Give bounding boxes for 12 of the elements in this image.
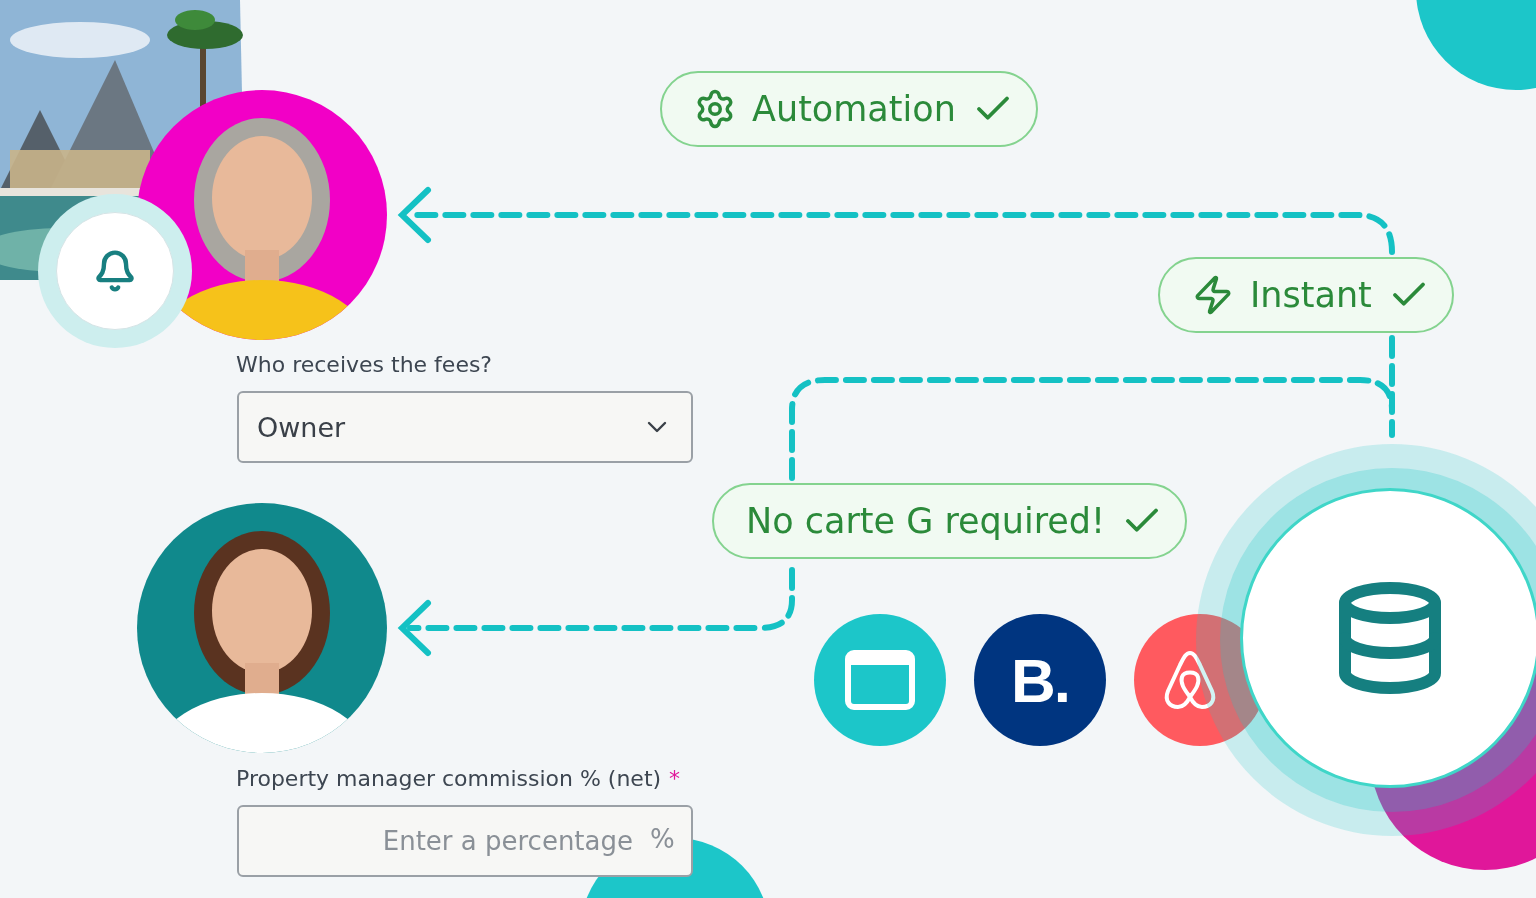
- window-icon: [845, 650, 915, 710]
- unit-label: %: [650, 824, 675, 854]
- status-badge: No carte G required!: [712, 483, 1188, 559]
- field-label: Who receives the fees?: [236, 352, 493, 377]
- status-badge: Automation: [660, 71, 1038, 147]
- bell-icon: [93, 249, 137, 293]
- status-badge: Instant: [1158, 257, 1454, 333]
- select-field[interactable]: Owner: [237, 391, 693, 463]
- field-label: Property manager commission % (net): [236, 766, 662, 791]
- required-mark: *: [669, 766, 681, 791]
- loop-icon: [1162, 649, 1218, 711]
- channel-logo: B.: [974, 614, 1106, 746]
